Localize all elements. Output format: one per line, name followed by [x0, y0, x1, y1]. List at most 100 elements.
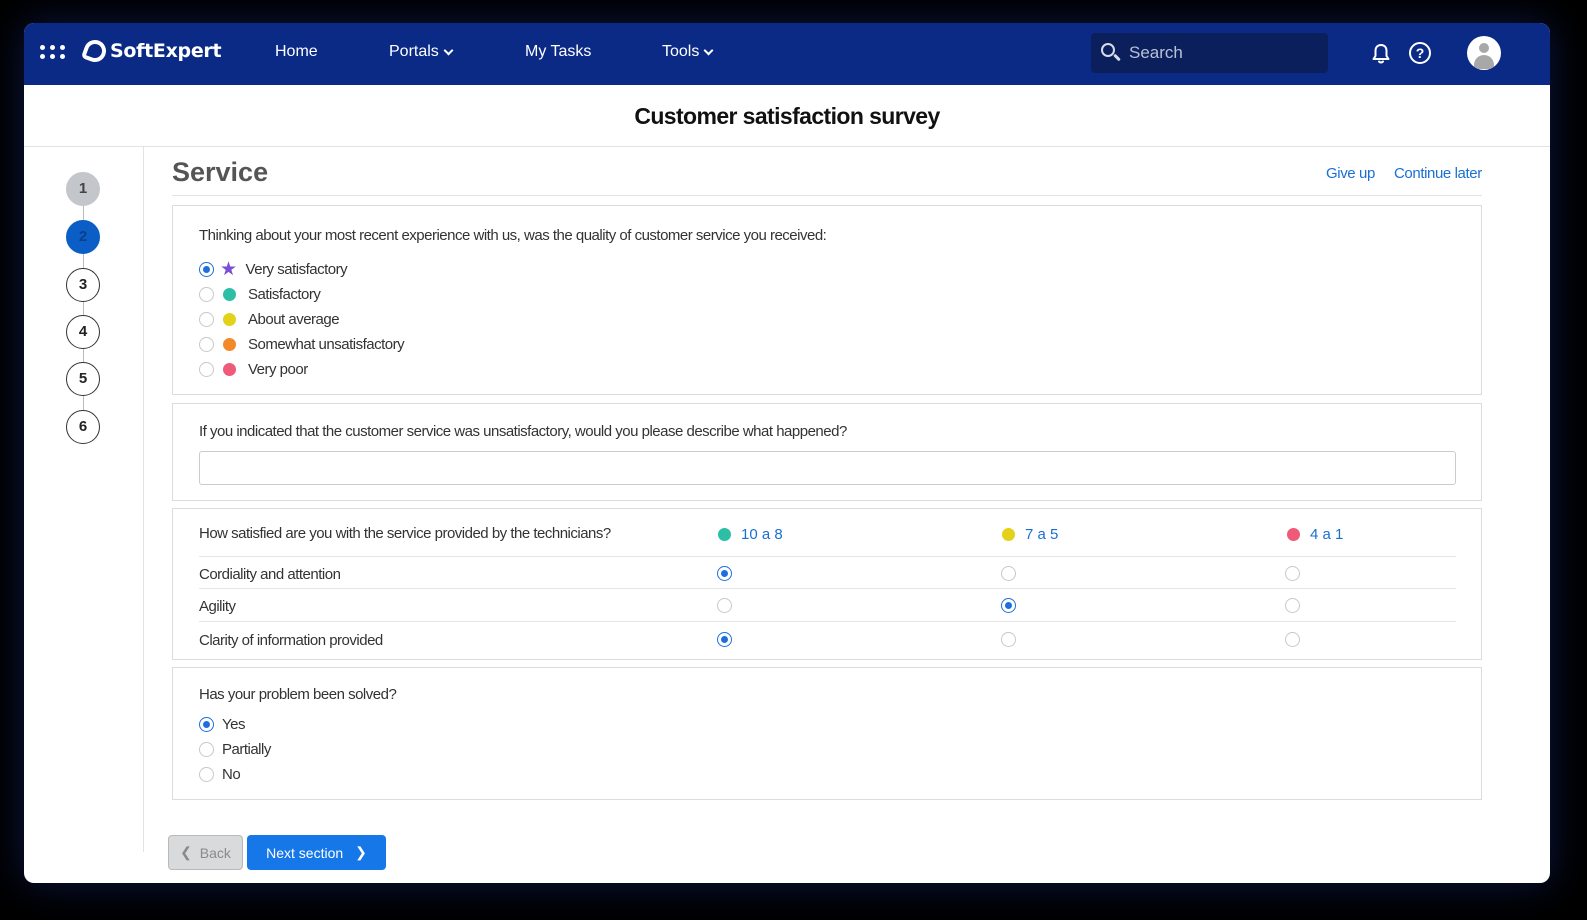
question-text: If you indicated that the customer servi… — [199, 423, 847, 440]
search-box — [1091, 33, 1328, 73]
section-title: Service — [172, 157, 269, 187]
nav-tools[interactable]: Tools — [662, 43, 714, 61]
nav-portals-label: Portals — [389, 43, 439, 60]
radio-button[interactable] — [717, 632, 732, 647]
option-partially[interactable]: Partially — [199, 741, 271, 758]
back-button[interactable]: ❮ Back — [168, 835, 243, 870]
option-yes[interactable]: Yes — [199, 716, 245, 733]
row-label: Clarity of information provided — [199, 632, 383, 649]
option-very-poor[interactable]: Very poor — [199, 361, 308, 378]
brand-name: SoftExpert — [110, 40, 222, 62]
radio-button[interactable] — [1001, 566, 1016, 581]
app-window: SoftExpert Home Portals My Tasks Tools ? — [24, 23, 1550, 883]
yellow-dot-icon — [1002, 528, 1015, 541]
pink-dot-icon — [223, 363, 236, 376]
description-input[interactable] — [199, 451, 1456, 485]
step-1[interactable]: 1 — [66, 172, 100, 206]
radio-button[interactable] — [1285, 566, 1300, 581]
radio-button[interactable] — [199, 717, 214, 732]
brand-logo[interactable]: SoftExpert — [80, 36, 222, 66]
pink-dot-icon — [1287, 528, 1300, 541]
page-title: Customer satisfaction survey — [634, 103, 940, 129]
page-header: Customer satisfaction survey — [24, 85, 1550, 147]
nav-my-tasks-label: My Tasks — [525, 43, 592, 60]
next-button-label: Next section — [266, 844, 344, 861]
radio-button[interactable] — [1285, 632, 1300, 647]
apps-grid-icon[interactable] — [40, 45, 66, 61]
help-icon[interactable]: ? — [1409, 42, 1431, 64]
nav-home-label: Home — [275, 43, 318, 60]
option-about-average[interactable]: About average — [199, 311, 340, 328]
radio-button[interactable] — [199, 362, 214, 377]
radio-button[interactable] — [717, 566, 732, 581]
option-label: Somewhat unsatisfactory — [248, 336, 405, 353]
column-header-10-8: 10 a 8 — [718, 526, 783, 543]
question-text: How satisfied are you with the service p… — [199, 525, 611, 542]
option-label: Very satisfactory — [245, 261, 348, 278]
option-label: No — [222, 766, 241, 783]
step-2[interactable]: 2 — [66, 220, 100, 254]
radio-button[interactable] — [199, 262, 214, 277]
column-header-7-5: 7 a 5 — [1002, 526, 1058, 543]
step-3[interactable]: 3 — [66, 268, 100, 302]
option-no[interactable]: No — [199, 766, 241, 783]
nav-tools-label: Tools — [662, 43, 700, 60]
divider — [172, 195, 1482, 196]
chevron-left-icon: ❮ — [180, 844, 192, 860]
chevron-right-icon: ❯ — [355, 844, 367, 860]
radio-button[interactable] — [1001, 632, 1016, 647]
top-navbar: SoftExpert Home Portals My Tasks Tools ? — [24, 23, 1550, 85]
question-card-technicians: How satisfied are you with the service p… — [172, 508, 1482, 660]
step-5[interactable]: 5 — [66, 362, 100, 396]
column-label: 7 a 5 — [1025, 526, 1059, 543]
question-card-description: If you indicated that the customer servi… — [172, 403, 1482, 501]
chevron-down-icon — [443, 45, 454, 55]
option-very-satisfactory[interactable]: ★ Very satisfactory — [199, 259, 348, 280]
matrix-row-cordiality: Cordiality and attention — [199, 556, 1456, 589]
option-label: Yes — [222, 716, 245, 733]
step-4[interactable]: 4 — [66, 315, 100, 349]
avatar[interactable] — [1467, 36, 1501, 70]
question-card-solved: Has your problem been solved? Yes Partia… — [172, 667, 1482, 800]
radio-button[interactable] — [717, 598, 732, 613]
option-somewhat-unsatisfactory[interactable]: Somewhat unsatisfactory — [199, 336, 405, 353]
radio-button[interactable] — [1001, 598, 1016, 613]
back-button-label: Back — [199, 844, 231, 861]
nav-home[interactable]: Home — [275, 43, 318, 61]
yellow-dot-icon — [223, 313, 236, 326]
option-label: Partially — [222, 741, 271, 758]
radio-button[interactable] — [199, 312, 214, 327]
search-input[interactable] — [1129, 43, 1309, 63]
matrix-row-clarity: Clarity of information provided — [199, 623, 1456, 656]
teal-dot-icon — [223, 288, 236, 301]
step-6[interactable]: 6 — [66, 410, 100, 444]
nav-my-tasks[interactable]: My Tasks — [525, 43, 591, 61]
matrix-row-agility: Agility — [199, 589, 1456, 622]
logo-icon — [80, 36, 110, 66]
next-section-button[interactable]: Next section ❯ — [247, 835, 386, 870]
radio-button[interactable] — [1285, 598, 1300, 613]
row-label: Agility — [199, 598, 236, 615]
give-up-link[interactable]: Give up — [1326, 165, 1375, 182]
option-label: About average — [248, 311, 340, 328]
column-header-4-1: 4 a 1 — [1287, 526, 1343, 543]
column-label: 4 a 1 — [1310, 526, 1344, 543]
question-card-quality: Thinking about your most recent experien… — [172, 205, 1482, 395]
nav-portals[interactable]: Portals — [389, 43, 454, 61]
option-label: Satisfactory — [248, 286, 321, 303]
option-label: Very poor — [248, 361, 308, 378]
question-text: Has your problem been solved? — [199, 686, 397, 703]
column-label: 10 a 8 — [741, 526, 783, 543]
radio-button[interactable] — [199, 337, 214, 352]
star-icon: ★ — [220, 259, 237, 280]
row-label: Cordiality and attention — [199, 566, 341, 583]
bell-icon[interactable] — [1371, 43, 1391, 65]
chevron-down-icon — [703, 45, 714, 55]
option-satisfactory[interactable]: Satisfactory — [199, 286, 321, 303]
section-stepper: 1 2 3 4 5 6 — [24, 147, 144, 852]
question-text: Thinking about your most recent experien… — [199, 227, 827, 244]
continue-later-link[interactable]: Continue later — [1394, 165, 1482, 182]
radio-button[interactable] — [199, 767, 214, 782]
radio-button[interactable] — [199, 287, 214, 302]
radio-button[interactable] — [199, 742, 214, 757]
